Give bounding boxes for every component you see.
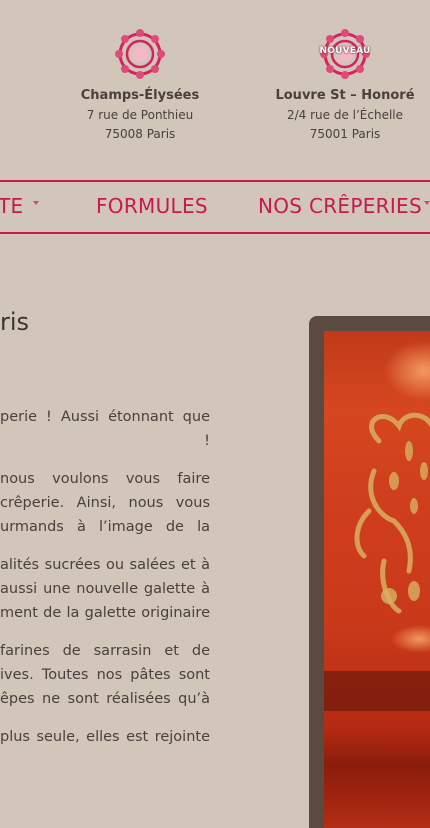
page-title: ris bbox=[0, 308, 30, 336]
text-line: plus seule, elles est rejointe bbox=[0, 729, 210, 745]
main-nav: TE FORMULES NOS CRÊPERIES bbox=[0, 180, 430, 234]
wall-flower-decoration-icon bbox=[324, 341, 430, 711]
nav-item-formules[interactable]: FORMULES bbox=[96, 194, 208, 218]
location-name: Louvre St – Honoré bbox=[275, 88, 415, 103]
text-line: alités sucrées ou salées et à bbox=[0, 557, 210, 573]
nouveau-badge: NOUVEAU bbox=[319, 46, 371, 56]
paragraph: alités sucrées ou salées et à aussi une … bbox=[0, 553, 210, 625]
location-champs-elysees[interactable]: Champs-Élysées 7 rue de Ponthieu 75008 P… bbox=[55, 28, 225, 141]
location-louvre-st-honore[interactable]: NOUVEAU Louvre St – Honoré 2/4 rue de l’… bbox=[260, 28, 430, 141]
text-line: crêperie. Ainsi, nous vous bbox=[0, 495, 210, 511]
location-city: 75008 Paris bbox=[104, 127, 176, 141]
article-body: perie ! Aussi étonnant que ! nous voulon… bbox=[0, 405, 210, 763]
text-line: perie ! Aussi étonnant que bbox=[0, 409, 210, 425]
paragraph: perie ! Aussi étonnant que ! bbox=[0, 405, 210, 453]
text-line: nous voulons vous faire bbox=[0, 471, 210, 487]
nav-item-nos-creperies[interactable]: NOS CRÊPERIES bbox=[258, 194, 422, 218]
chevron-down-icon bbox=[424, 201, 430, 205]
nav-item-partial[interactable]: TE bbox=[0, 194, 23, 218]
location-street: 2/4 rue de l’Échelle bbox=[286, 108, 404, 122]
restaurant-photo bbox=[324, 331, 430, 828]
text-line: ! bbox=[204, 433, 210, 449]
location-street: 7 rue de Ponthieu bbox=[86, 108, 194, 122]
text-line: aussi une nouvelle galette à bbox=[0, 581, 210, 597]
location-city: 75001 Paris bbox=[309, 127, 381, 141]
text-line: êpes ne sont réalisées qu’à bbox=[0, 691, 210, 707]
paragraph: plus seule, elles est rejointe bbox=[0, 725, 210, 749]
text-line: farines de sarrasin et de bbox=[0, 643, 210, 659]
paragraph: nous voulons vous faire crêperie. Ainsi,… bbox=[0, 467, 210, 539]
text-line: ives. Toutes nos pâtes sont bbox=[0, 667, 210, 683]
page: Champs-Élysées 7 rue de Ponthieu 75008 P… bbox=[0, 0, 430, 828]
location-name: Champs-Élysées bbox=[80, 88, 200, 103]
paragraph: farines de sarrasin et de ives. Toutes n… bbox=[0, 639, 210, 711]
photo-frame bbox=[309, 316, 430, 828]
chevron-down-icon bbox=[33, 201, 39, 205]
text-line: ment de la galette originaire bbox=[0, 605, 210, 621]
text-line: urmands à l’image de la bbox=[0, 519, 210, 535]
flower-logo-icon bbox=[114, 28, 166, 80]
flower-logo-icon: NOUVEAU bbox=[319, 28, 371, 80]
